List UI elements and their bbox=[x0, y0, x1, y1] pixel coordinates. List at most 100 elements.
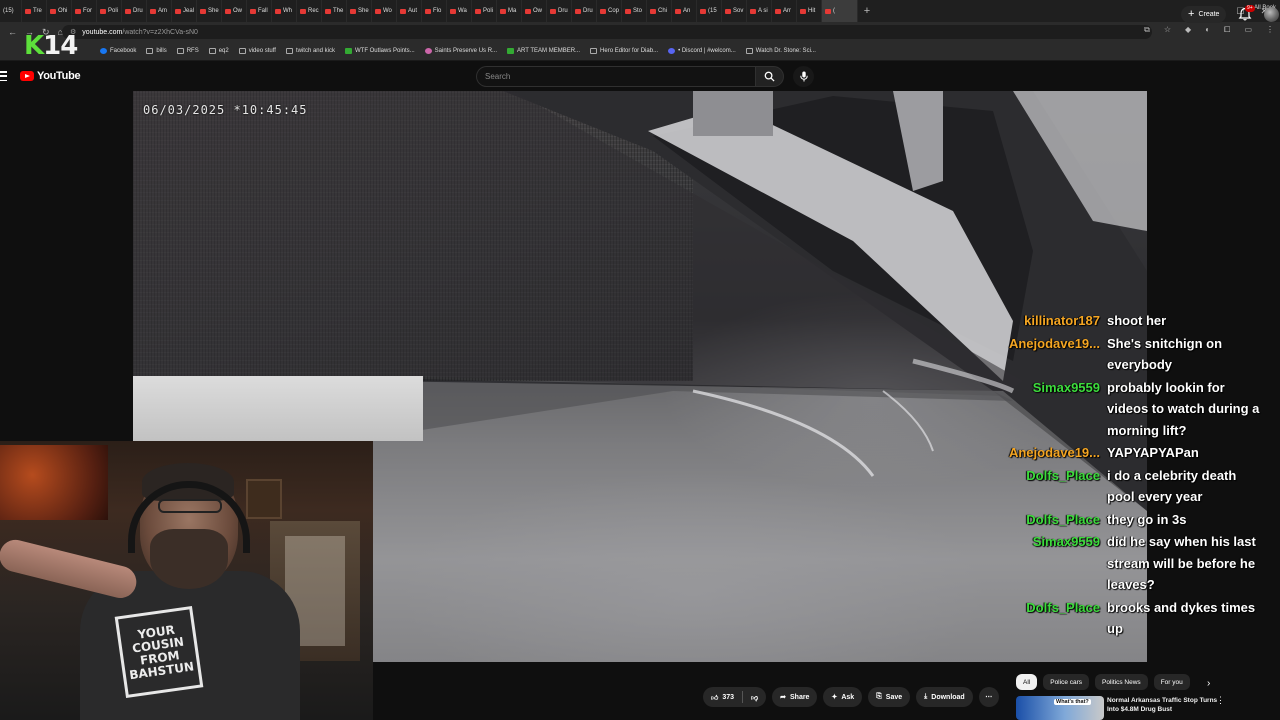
bookmark-star-icon[interactable]: ☆ bbox=[1164, 25, 1171, 35]
filter-chip[interactable]: All bbox=[1016, 674, 1038, 690]
browser-tab[interactable]: (15) bbox=[0, 0, 22, 22]
bookmark-item[interactable]: Hero Editor for Diab... bbox=[590, 48, 658, 54]
filter-chip[interactable]: Politics News bbox=[1095, 674, 1148, 690]
browser-tab[interactable]: Fall bbox=[247, 0, 272, 22]
k14-logo-overlay: K14 bbox=[24, 32, 78, 60]
browser-tab[interactable]: An bbox=[672, 0, 697, 22]
create-label: Create bbox=[1198, 11, 1220, 18]
browser-tab[interactable]: Ow bbox=[522, 0, 547, 22]
browser-tab[interactable]: Arr bbox=[772, 0, 797, 22]
browser-tab[interactable]: Aut bbox=[397, 0, 422, 22]
browser-tab[interactable]: Sov bbox=[722, 0, 747, 22]
bookmark-item[interactable]: Facebook bbox=[100, 48, 136, 54]
browser-tab[interactable]: Dru bbox=[547, 0, 572, 22]
more-vertical-icon[interactable]: ⋮ bbox=[1216, 696, 1225, 705]
browser-tab[interactable]: Rec bbox=[297, 0, 322, 22]
cast-icon[interactable]: ⧉ bbox=[1144, 25, 1150, 35]
chat-message: Dolfs_Place brooks and dykes times up bbox=[990, 597, 1275, 640]
bookmark-item[interactable]: eq2 bbox=[208, 48, 229, 54]
more-actions-button[interactable]: ⋯ bbox=[978, 687, 999, 707]
chevron-right-icon[interactable]: › bbox=[1207, 678, 1210, 689]
extensions-puzzle-icon[interactable]: ⧠ bbox=[1224, 25, 1230, 35]
youtube-favicon-icon bbox=[325, 8, 331, 14]
ask-button[interactable]: ✦ Ask bbox=[823, 687, 863, 707]
save-button[interactable]: ⎘ Save bbox=[868, 687, 911, 707]
browser-tab[interactable]: Flo bbox=[422, 0, 447, 22]
browser-tab[interactable]: (15 bbox=[697, 0, 722, 22]
bookmark-item[interactable]: ART TEAM MEMBER... bbox=[507, 48, 580, 54]
tab-title: Jeal bbox=[183, 8, 195, 14]
sound-icon[interactable]: ◐ bbox=[1205, 25, 1210, 35]
bookmark-item[interactable]: twitch and kick bbox=[285, 48, 335, 54]
chat-text: they go in 3s bbox=[1107, 511, 1187, 527]
bookmark-item[interactable]: • Discord | #welcom... bbox=[668, 48, 736, 54]
bookmark-item[interactable]: bills bbox=[146, 48, 167, 54]
browser-tab[interactable]: Wh bbox=[272, 0, 297, 22]
menu-icon[interactable]: ⋮ bbox=[1266, 25, 1274, 35]
youtube-favicon-icon bbox=[300, 8, 306, 14]
search-button[interactable] bbox=[755, 66, 784, 87]
tab-title: Sto bbox=[633, 8, 643, 14]
share-button[interactable]: ➦ Share bbox=[772, 687, 818, 707]
bookmark-label: Saints Preserve Us R... bbox=[434, 48, 498, 54]
filter-chip[interactable]: Police cars bbox=[1043, 674, 1090, 690]
browser-tab[interactable]: She bbox=[347, 0, 372, 22]
youtube-logo[interactable]: YouTube bbox=[20, 70, 81, 82]
new-tab-button[interactable]: + bbox=[858, 0, 876, 22]
bookmark-item[interactable]: RFS bbox=[176, 48, 199, 54]
tab-title: Poli bbox=[483, 8, 494, 14]
extension-icon[interactable]: ◆ bbox=[1185, 25, 1191, 35]
browser-tab[interactable]: Dru bbox=[572, 0, 597, 22]
browser-tab[interactable]: Ma bbox=[497, 0, 522, 22]
bookmark-item[interactable]: video stuff bbox=[238, 48, 276, 54]
download-button[interactable]: ⤓ Download bbox=[916, 687, 973, 707]
like-button[interactable]: 👍︎ 373 bbox=[711, 691, 744, 703]
browser-tab[interactable]: Am bbox=[147, 0, 172, 22]
youtube-favicon-icon bbox=[825, 8, 831, 14]
browser-tab[interactable]: Cop bbox=[597, 0, 622, 22]
account-avatar[interactable] bbox=[1264, 7, 1279, 22]
create-button[interactable]: + Create bbox=[1181, 6, 1227, 23]
recommended-video[interactable]: What's that? Normal Arkansas Traffic Sto… bbox=[1016, 694, 1280, 720]
voice-search-button[interactable] bbox=[793, 66, 814, 87]
browser-tab[interactable]: A si bbox=[747, 0, 772, 22]
search-input[interactable]: Search bbox=[476, 66, 755, 87]
browser-tab[interactable]: Hit bbox=[797, 0, 822, 22]
bookmark-item[interactable]: Saints Preserve Us R... bbox=[424, 48, 498, 54]
browser-tab[interactable]: Ow bbox=[222, 0, 247, 22]
dislike-button[interactable]: 👎︎ bbox=[743, 693, 766, 702]
browser-tab[interactable]: Wa bbox=[447, 0, 472, 22]
bookmark-label: WTF Outlaws Points... bbox=[354, 48, 415, 54]
bookmark-item[interactable]: WTF Outlaws Points... bbox=[344, 48, 415, 54]
browser-tab[interactable]: Wo bbox=[372, 0, 397, 22]
url-host: youtube.com bbox=[82, 28, 123, 36]
url-field[interactable]: ⚙ youtube.com/watch?v=z2XhCVa-sN0 bbox=[62, 25, 1152, 39]
browser-tab[interactable]: The bbox=[322, 0, 347, 22]
filter-chip[interactable]: For you bbox=[1153, 674, 1190, 690]
browser-tab[interactable]: Chi bbox=[647, 0, 672, 22]
browser-tab[interactable]: Sto bbox=[622, 0, 647, 22]
browser-tab[interactable]: Ohi bbox=[47, 0, 72, 22]
youtube-favicon-icon bbox=[50, 8, 56, 14]
tab-title: Dru bbox=[558, 8, 568, 14]
browser-tab[interactable]: Jeal bbox=[172, 0, 197, 22]
browser-tab[interactable]: Poli bbox=[97, 0, 122, 22]
recommended-thumbnail[interactable]: What's that? bbox=[1016, 696, 1104, 720]
split-view-icon[interactable]: ▭ bbox=[1244, 25, 1252, 35]
tab-title: Wo bbox=[383, 8, 392, 14]
site-favicon-icon bbox=[668, 48, 676, 54]
browser-tab[interactable]: She bbox=[197, 0, 222, 22]
browser-tab[interactable]: Poli bbox=[472, 0, 497, 22]
bookmark-item[interactable]: Watch Dr. Stone: Sci... bbox=[745, 48, 816, 54]
browser-tab[interactable]: Dru bbox=[122, 0, 147, 22]
screen: (15) Tre Ohi For Poli Dru Am Jeal She Ow Fall Wh Rec… bbox=[0, 0, 1280, 720]
youtube-favicon-icon bbox=[375, 8, 381, 14]
recommended-title[interactable]: Normal Arkansas Traffic Stop Turns Into … bbox=[1107, 697, 1225, 714]
browser-tab[interactable]: ( bbox=[822, 0, 858, 22]
browser-tab[interactable]: Tre bbox=[22, 0, 47, 22]
back-icon[interactable]: ← bbox=[8, 27, 17, 37]
hamburger-menu-icon[interactable] bbox=[0, 71, 7, 81]
youtube-favicon-icon bbox=[150, 8, 156, 14]
folder-icon bbox=[176, 48, 184, 54]
browser-tab[interactable]: For bbox=[72, 0, 97, 22]
